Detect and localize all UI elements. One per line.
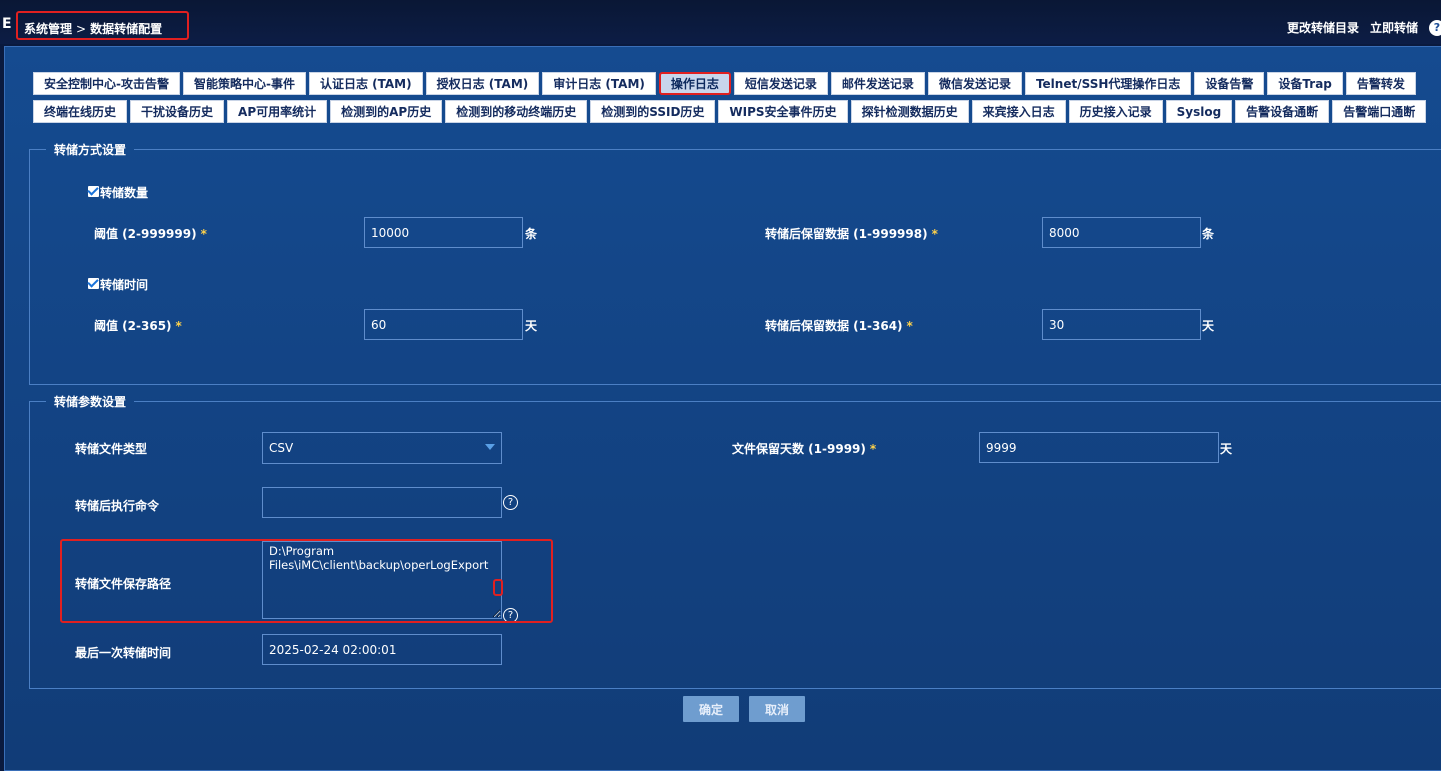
tab-row1-5[interactable]: 操作日志 — [658, 72, 731, 95]
breadcrumb-highlight-box — [16, 11, 189, 40]
file-type-label: 转储文件类型 — [75, 442, 148, 456]
help-icon[interactable]: ? — [1429, 19, 1441, 36]
tab-row2-2[interactable]: AP可用率统计 — [227, 100, 328, 123]
post-command-input[interactable] — [262, 487, 502, 518]
count-keep-unit: 条 — [1202, 227, 1215, 241]
time-threshold-input[interactable] — [364, 309, 523, 340]
tab-row2-5[interactable]: 检测到的SSID历史 — [590, 100, 716, 123]
tab-row2-12[interactable]: 告警端口通断 — [1332, 100, 1427, 123]
tab-row2-6[interactable]: WIPS安全事件历史 — [718, 100, 848, 123]
tab-row2-1[interactable]: 干扰设备历史 — [130, 100, 225, 123]
dump-time-checkbox[interactable] — [88, 278, 99, 289]
tab-row1-1[interactable]: 智能策略中心-事件 — [182, 72, 306, 95]
last-dump-time-label: 最后一次转储时间 — [75, 646, 172, 660]
ok-button[interactable]: 确定 — [683, 696, 739, 722]
tab-row1-3[interactable]: 授权日志 (TAM) — [425, 72, 540, 95]
file-type-value: CSV — [269, 441, 294, 455]
change-dump-dir-link[interactable]: 更改转储目录 — [1287, 19, 1359, 36]
top-actions: 更改转储目录 立即转储 ? — [1287, 19, 1441, 36]
tab-row2-8[interactable]: 来宾接入日志 — [971, 100, 1066, 123]
truncated-title: E — [2, 16, 12, 32]
tab-row-2: 终端在线历史 干扰设备历史 AP可用率统计 检测到的AP历史 检测到的移动终端历史 检测到… — [33, 100, 1427, 123]
tab-row2-4[interactable]: 检测到的移动终端历史 — [445, 100, 588, 123]
count-threshold-input[interactable] — [364, 217, 523, 248]
count-threshold-unit: 条 — [525, 227, 538, 241]
retention-days-input[interactable] — [979, 432, 1219, 463]
tab-row2-11[interactable]: 告警设备通断 — [1235, 100, 1330, 123]
time-threshold-label: 阈值 (2-365) * — [94, 319, 182, 333]
chevron-down-icon — [485, 444, 495, 450]
time-keep-label: 转储后保留数据 (1-364) * — [765, 319, 913, 333]
tab-row-1: 安全控制中心-攻击告警 智能策略中心-事件 认证日志 (TAM) 授权日志 (TAM)… — [33, 72, 1416, 95]
dump-now-link[interactable]: 立即转储 — [1370, 19, 1418, 36]
tab-row2-10[interactable]: Syslog — [1165, 100, 1233, 123]
time-keep-input[interactable] — [1042, 309, 1201, 340]
dump-count-checkbox[interactable] — [88, 186, 99, 197]
tab-row1-4[interactable]: 审计日志 (TAM) — [542, 72, 656, 95]
tab-row2-9[interactable]: 历史接入记录 — [1068, 100, 1163, 123]
last-dump-time-input — [262, 634, 502, 665]
save-path-highlight-box — [60, 539, 553, 623]
dump-count-label: 转储数量 — [100, 186, 149, 200]
tab-row2-3[interactable]: 检测到的AP历史 — [330, 100, 443, 123]
count-threshold-label: 阈值 (2-999999) * — [94, 227, 207, 241]
time-keep-unit: 天 — [1202, 319, 1215, 333]
retention-days-unit: 天 — [1220, 442, 1233, 456]
dump-mode-section: 转储方式设置 — [29, 141, 1441, 385]
tab-row1-11[interactable]: 设备Trap — [1267, 72, 1343, 95]
top-bar: E 系统管理 > 数据转储配置 更改转储目录 立即转储 ? — [0, 0, 1441, 44]
tab-row1-0[interactable]: 安全控制中心-攻击告警 — [33, 72, 180, 95]
dump-time-label: 转储时间 — [100, 278, 149, 292]
retention-days-label: 文件保留天数 (1-9999) * — [732, 442, 877, 456]
tab-row2-7[interactable]: 探针检测数据历史 — [850, 100, 969, 123]
tab-row1-2[interactable]: 认证日志 (TAM) — [308, 72, 423, 95]
main-panel: 安全控制中心-攻击告警 智能策略中心-事件 认证日志 (TAM) 授权日志 (TAM)… — [4, 46, 1441, 771]
file-type-select[interactable]: CSV — [262, 432, 502, 464]
tab-row1-8[interactable]: 微信发送记录 — [927, 72, 1022, 95]
dump-params-legend: 转储参数设置 — [54, 395, 127, 409]
tab-row1-6[interactable]: 短信发送记录 — [733, 72, 828, 95]
cancel-button[interactable]: 取消 — [749, 696, 805, 722]
tab-row1-10[interactable]: 设备告警 — [1194, 72, 1265, 95]
tab-row1-7[interactable]: 邮件发送记录 — [830, 72, 925, 95]
tab-row2-0[interactable]: 终端在线历史 — [33, 100, 128, 123]
count-keep-label: 转储后保留数据 (1-999998) * — [765, 227, 938, 241]
post-command-label: 转储后执行命令 — [75, 499, 160, 513]
post-command-help-icon[interactable]: ? — [503, 495, 518, 510]
dump-mode-legend: 转储方式设置 — [54, 143, 127, 157]
tab-row1-12[interactable]: 告警转发 — [1345, 72, 1416, 95]
tab-row1-9[interactable]: Telnet/SSH代理操作日志 — [1024, 72, 1192, 95]
count-keep-input[interactable] — [1042, 217, 1201, 248]
time-threshold-unit: 天 — [525, 319, 538, 333]
